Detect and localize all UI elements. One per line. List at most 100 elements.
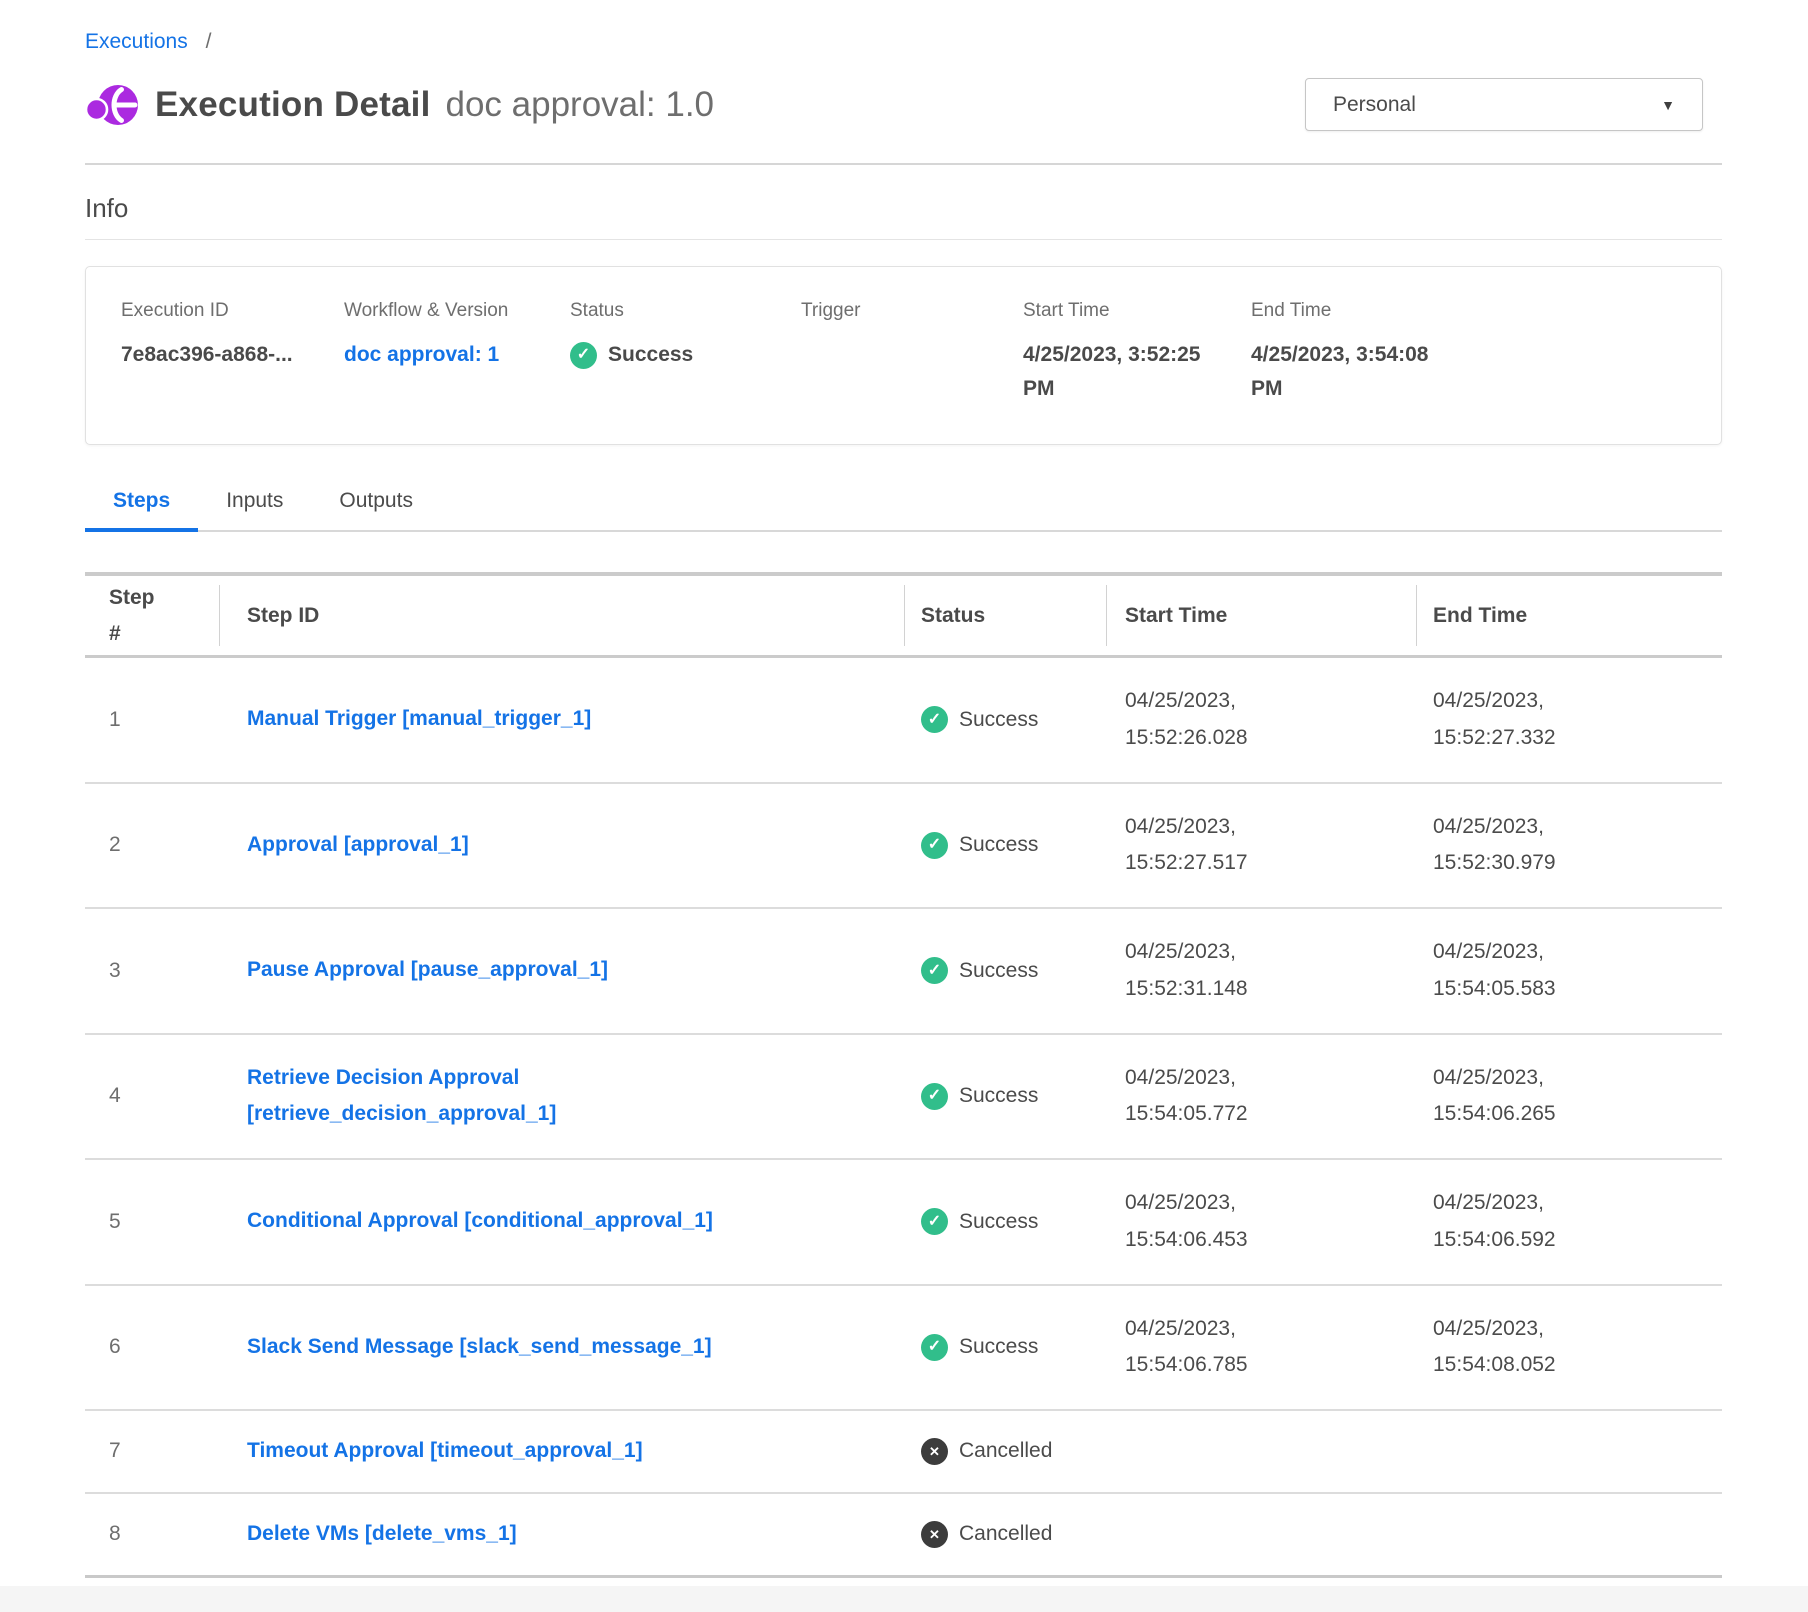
info-field-execution-id: Execution ID 7e8ac396-a868-... xyxy=(121,300,344,406)
step-status: ✓ Success xyxy=(905,706,1107,733)
step-start-time: 04/25/2023, 15:54:06.785 xyxy=(1107,1311,1417,1385)
step-number: 4 xyxy=(85,1084,220,1108)
step-id-link[interactable]: Slack Send Message [slack_send_message_1… xyxy=(247,1329,712,1366)
scope-selector-value: Personal xyxy=(1333,93,1416,117)
cancelled-status-icon: ✕ xyxy=(921,1438,948,1465)
header-divider xyxy=(85,163,1722,165)
title-row: Execution Detail doc approval: 1.0 Perso… xyxy=(85,78,1722,131)
success-status-icon: ✓ xyxy=(570,342,597,369)
status-text: Cancelled xyxy=(959,1439,1052,1463)
field-label: Workflow & Version xyxy=(344,300,570,322)
step-end-time: 04/25/2023, 15:54:06.265 xyxy=(1417,1060,1722,1134)
success-status-icon: ✓ xyxy=(921,1208,948,1235)
step-start-time: 04/25/2023, 15:52:26.028 xyxy=(1107,683,1417,757)
step-table-row: 3 Pause Approval [pause_approval_1] ✓ Su… xyxy=(85,909,1722,1035)
step-number: 1 xyxy=(85,708,220,732)
workflow-version-link[interactable]: doc approval: 1 xyxy=(344,343,499,366)
column-header-step-number: Step # xyxy=(85,576,220,655)
page-title: Execution Detail xyxy=(155,85,431,125)
status-value: Success xyxy=(608,338,693,372)
info-field-trigger: Trigger xyxy=(801,300,1023,406)
info-field-start-time: Start Time 4/25/2023, 3:52:25 PM xyxy=(1023,300,1251,406)
step-status: ✓ Success xyxy=(905,832,1107,859)
tab-steps[interactable]: Steps xyxy=(85,489,198,532)
tab-outputs[interactable]: Outputs xyxy=(311,489,441,532)
chevron-down-icon: ▼ xyxy=(1661,97,1675,113)
step-table-row: 4 Retrieve Decision Approval [retrieve_d… xyxy=(85,1035,1722,1161)
success-status-icon: ✓ xyxy=(921,957,948,984)
info-section-title: Info xyxy=(85,193,1722,224)
steps-table-body: 1 Manual Trigger [manual_trigger_1] ✓ Su… xyxy=(85,658,1722,1575)
step-start-time: 04/25/2023, 15:52:27.517 xyxy=(1107,809,1417,883)
step-end-time: 04/25/2023, 15:52:27.332 xyxy=(1417,683,1722,757)
status-text: Success xyxy=(959,1210,1038,1234)
field-label: Start Time xyxy=(1023,300,1251,322)
step-end-time: 04/25/2023, 15:54:05.583 xyxy=(1417,934,1722,1008)
step-id-link[interactable]: Approval [approval_1] xyxy=(247,827,469,864)
execution-detail-page: Executions / Execution Detail doc approv… xyxy=(0,30,1808,1578)
workflow-brand-icon xyxy=(85,82,139,128)
step-id-link[interactable]: Conditional Approval [conditional_approv… xyxy=(247,1203,713,1240)
info-divider xyxy=(85,239,1722,240)
step-number: 3 xyxy=(85,959,220,983)
breadcrumb: Executions / xyxy=(85,30,1722,54)
step-id-link[interactable]: Timeout Approval [timeout_approval_1] xyxy=(247,1433,643,1470)
step-end-time: 04/25/2023, 15:52:30.979 xyxy=(1417,809,1722,883)
step-id-link[interactable]: Retrieve Decision Approval [retrieve_dec… xyxy=(247,1060,747,1134)
step-status: ✓ Success xyxy=(905,1334,1107,1361)
step-number: 5 xyxy=(85,1210,220,1234)
step-table-row: 8 Delete VMs [delete_vms_1] ✕ Cancelled xyxy=(85,1494,1722,1575)
success-status-icon: ✓ xyxy=(921,1334,948,1361)
step-status: ✓ Success xyxy=(905,1208,1107,1235)
step-end-time: 04/25/2023, 15:54:06.592 xyxy=(1417,1185,1722,1259)
step-status: ✓ Success xyxy=(905,957,1107,984)
step-table-row: 6 Slack Send Message [slack_send_message… xyxy=(85,1286,1722,1412)
column-header-end-time: End Time xyxy=(1417,576,1722,655)
step-number: 8 xyxy=(85,1522,220,1546)
success-status-icon: ✓ xyxy=(921,706,948,733)
info-field-end-time: End Time 4/25/2023, 3:54:08 PM xyxy=(1251,300,1701,406)
detail-tabs: Steps Inputs Outputs xyxy=(85,489,1722,532)
status-text: Success xyxy=(959,1335,1038,1359)
step-status: ✕ Cancelled xyxy=(905,1438,1107,1465)
scope-selector-dropdown[interactable]: Personal ▼ xyxy=(1305,78,1703,131)
steps-table: Step # Step ID Status Start Time End Tim… xyxy=(85,572,1722,1578)
step-id-link[interactable]: Delete VMs [delete_vms_1] xyxy=(247,1516,517,1553)
execution-id-value: 7e8ac396-a868-... xyxy=(121,338,326,372)
step-id-link[interactable]: Pause Approval [pause_approval_1] xyxy=(247,952,608,989)
success-status-icon: ✓ xyxy=(921,832,948,859)
page-subtitle: doc approval: 1.0 xyxy=(446,85,715,125)
cancelled-status-icon: ✕ xyxy=(921,1521,948,1548)
step-table-row: 1 Manual Trigger [manual_trigger_1] ✓ Su… xyxy=(85,658,1722,784)
step-number: 7 xyxy=(85,1439,220,1463)
column-header-start-time: Start Time xyxy=(1107,576,1417,655)
end-time-value: 4/25/2023, 3:54:08 PM xyxy=(1251,338,1456,406)
steps-table-header: Step # Step ID Status Start Time End Tim… xyxy=(85,572,1722,658)
breadcrumb-executions-link[interactable]: Executions xyxy=(85,30,188,53)
start-time-value: 4/25/2023, 3:52:25 PM xyxy=(1023,338,1228,406)
status-text: Success xyxy=(959,708,1038,732)
field-label: End Time xyxy=(1251,300,1701,322)
success-status-icon: ✓ xyxy=(921,1083,948,1110)
status-text: Success xyxy=(959,959,1038,983)
step-number: 6 xyxy=(85,1335,220,1359)
status-text: Success xyxy=(959,1084,1038,1108)
execution-info-card: Execution ID 7e8ac396-a868-... Workflow … xyxy=(85,266,1722,445)
step-number: 2 xyxy=(85,833,220,857)
tab-inputs[interactable]: Inputs xyxy=(198,489,311,532)
column-header-status: Status xyxy=(905,576,1107,655)
info-field-status: Status ✓ Success xyxy=(570,300,801,406)
breadcrumb-separator: / xyxy=(206,30,212,53)
step-table-row: 2 Approval [approval_1] ✓ Success 04/25/… xyxy=(85,784,1722,910)
step-start-time: 04/25/2023, 15:54:06.453 xyxy=(1107,1185,1417,1259)
step-status: ✓ Success xyxy=(905,1083,1107,1110)
info-field-workflow-version: Workflow & Version doc approval: 1 xyxy=(344,300,570,406)
column-header-step-id: Step ID xyxy=(220,576,905,655)
status-text: Success xyxy=(959,833,1038,857)
table-bottom-divider xyxy=(85,1575,1722,1578)
status-text: Cancelled xyxy=(959,1522,1052,1546)
step-id-link[interactable]: Manual Trigger [manual_trigger_1] xyxy=(247,701,591,738)
step-start-time: 04/25/2023, 15:52:31.148 xyxy=(1107,934,1417,1008)
step-status: ✕ Cancelled xyxy=(905,1521,1107,1548)
field-label: Status xyxy=(570,300,801,322)
